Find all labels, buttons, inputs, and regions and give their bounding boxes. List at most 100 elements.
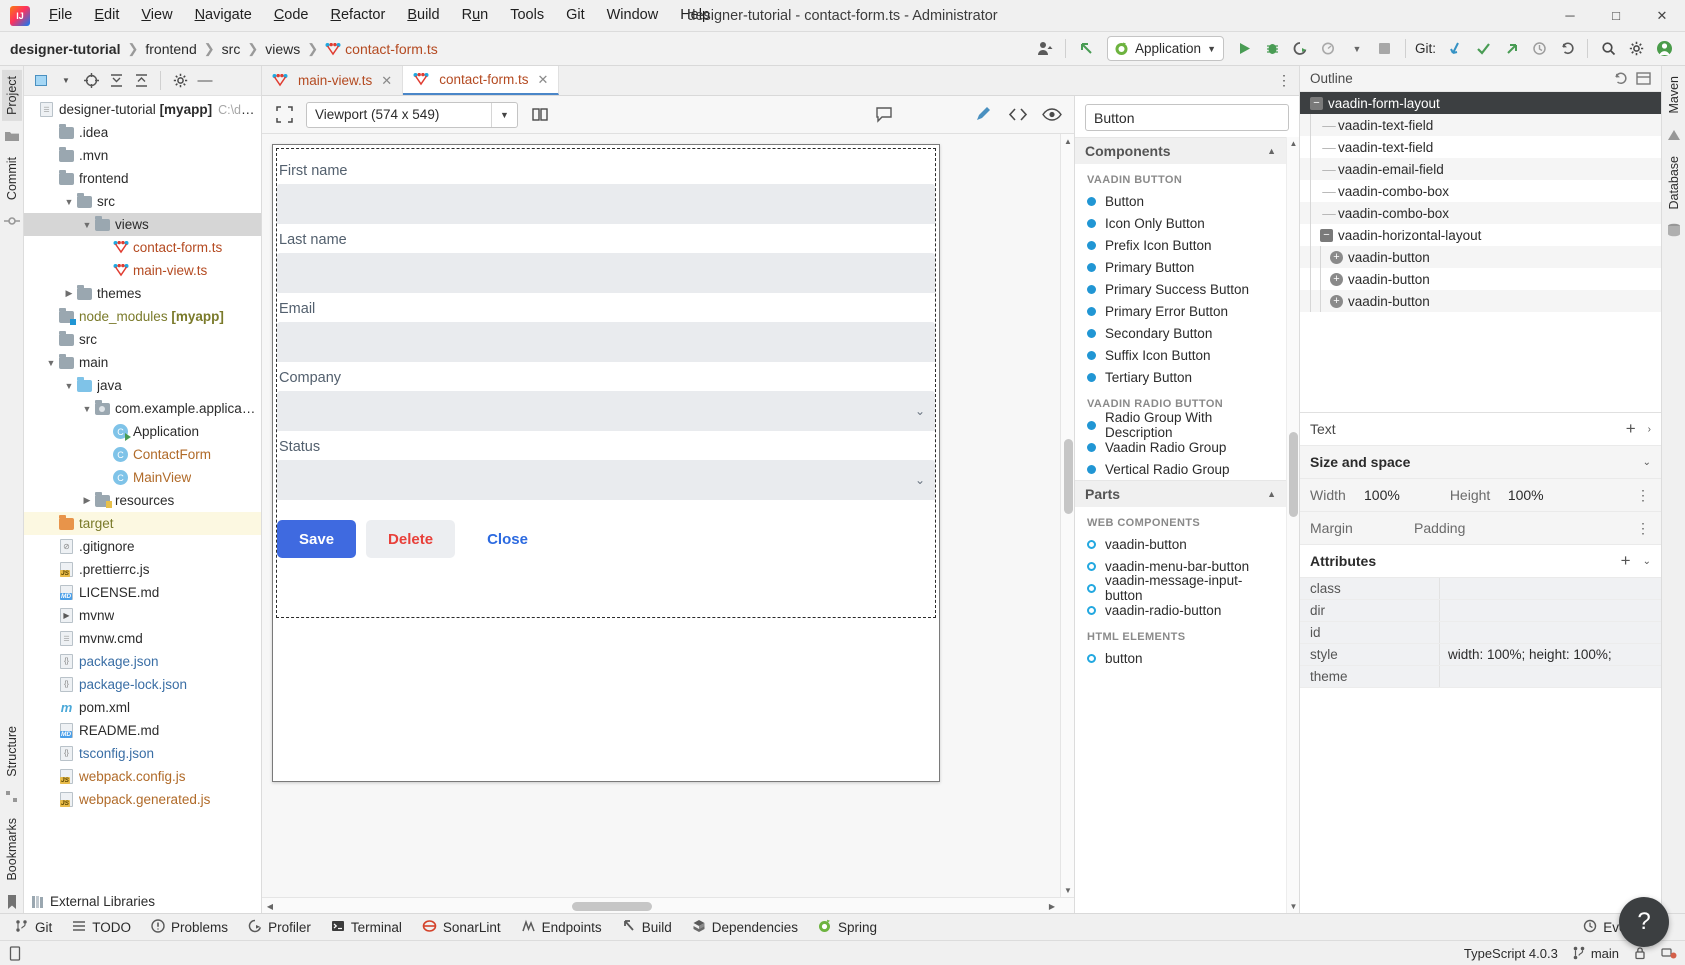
canvas-vertical-scrollbar[interactable]: ▲ ▼	[1060, 134, 1074, 897]
notifications-icon[interactable]	[1661, 946, 1677, 960]
viewport-select[interactable]: Viewport (574 x 549) ▼	[306, 102, 518, 128]
close-icon[interactable]: ✕	[537, 72, 548, 88]
palette-item[interactable]: Primary Error Button	[1075, 300, 1286, 322]
tree-row[interactable]: {}tsconfig.json	[24, 742, 261, 765]
palette-scrollbar[interactable]: ▲ ▼	[1286, 137, 1299, 913]
menu-tools[interactable]: Tools	[499, 4, 555, 27]
tree-row[interactable]: target	[24, 512, 261, 535]
tool-window-git[interactable]: Git	[6, 917, 61, 938]
tree-row[interactable]: ▼java	[24, 374, 261, 397]
hide-icon[interactable]: —	[194, 70, 216, 92]
properties-panel[interactable]: Text+›Size and space+⌄Width100%Height100…	[1300, 412, 1661, 913]
tree-row[interactable]: frontend	[24, 167, 261, 190]
attribute-value[interactable]	[1440, 666, 1661, 687]
tree-row[interactable]: {}package-lock.json	[24, 673, 261, 696]
stop-icon[interactable]	[1372, 36, 1398, 62]
collapse-icon[interactable]: −	[1320, 229, 1333, 242]
layout-icon[interactable]	[1636, 71, 1651, 86]
design-preview-card[interactable]: First nameLast nameEmailCompany⌄Status⌄S…	[272, 144, 940, 782]
palette-section-components[interactable]: Components▲	[1075, 137, 1286, 164]
menu-window[interactable]: Window	[596, 4, 670, 27]
palette-search-input[interactable]	[1085, 104, 1289, 131]
menu-view[interactable]: View	[130, 4, 183, 27]
vaadin-form-layout-preview[interactable]: First nameLast nameEmailCompany⌄Status⌄S…	[273, 145, 939, 558]
chevron-down-icon[interactable]: ▼	[1344, 36, 1370, 62]
palette-item[interactable]: Tertiary Button	[1075, 366, 1286, 388]
tree-row[interactable]: ⊘.gitignore	[24, 535, 261, 558]
tool-window-todo[interactable]: TODO	[63, 917, 140, 938]
tree-row[interactable]: .idea	[24, 121, 261, 144]
scroll-down-icon[interactable]: ▼	[1287, 902, 1300, 911]
lock-icon[interactable]	[1633, 946, 1647, 960]
tree-row[interactable]: ▶mvnw	[24, 604, 261, 627]
collapse-all-icon[interactable]	[130, 70, 152, 92]
text-section-header[interactable]: Text+›	[1300, 413, 1661, 446]
git-branch-widget[interactable]: main	[1572, 946, 1619, 961]
profiler-icon[interactable]	[1316, 36, 1342, 62]
tree-row[interactable]: MDREADME.md	[24, 719, 261, 742]
menu-file[interactable]: File	[38, 4, 83, 27]
tree-row[interactable]: src	[24, 328, 261, 351]
attribute-value[interactable]	[1440, 578, 1661, 599]
attributes-header[interactable]: Attributes+⌄	[1300, 545, 1661, 578]
sidebar-tab-maven[interactable]: Maven	[1664, 70, 1684, 120]
settings-icon[interactable]	[1623, 36, 1649, 62]
split-view-icon[interactable]	[528, 103, 552, 127]
width-value[interactable]: 100%	[1364, 487, 1400, 503]
tool-window-sonarlint[interactable]: SonarLint	[413, 917, 510, 938]
breadcrumb-project[interactable]: designer-tutorial	[8, 39, 122, 59]
collapse-icon[interactable]: −	[1310, 97, 1323, 110]
scrollbar-thumb[interactable]	[1289, 432, 1298, 517]
preview-eye-icon[interactable]	[1040, 103, 1064, 127]
outline-row[interactable]: —vaadin-email-field	[1300, 158, 1661, 180]
palette-item[interactable]: Button	[1075, 190, 1286, 212]
tree-row[interactable]: JS.prettierrc.js	[24, 558, 261, 581]
viewport-frame-icon[interactable]	[272, 103, 296, 127]
tree-row[interactable]: CApplication	[24, 420, 261, 443]
text-field-input[interactable]	[277, 184, 935, 224]
palette-item[interactable]: Prefix Icon Button	[1075, 234, 1286, 256]
sidebar-tab-commit[interactable]: Commit	[2, 151, 22, 206]
chevron-down-icon[interactable]: ⌄	[915, 473, 925, 487]
collapse-icon[interactable]: ⌄	[1637, 457, 1651, 468]
tree-row[interactable]: JSwebpack.config.js	[24, 765, 261, 788]
attribute-value[interactable]	[1440, 600, 1661, 621]
close-button[interactable]: ✕	[1639, 0, 1685, 32]
chevron-down-icon[interactable]: ▼	[80, 220, 94, 230]
tree-row-root[interactable]: ☰designer-tutorial [myapp]C:\dev\	[24, 98, 261, 121]
menu-run[interactable]: Run	[451, 4, 500, 27]
tree-row[interactable]: ☰mvnw.cmd	[24, 627, 261, 650]
add-text-button[interactable]: +	[1620, 419, 1642, 439]
tree-row[interactable]: ▶resources	[24, 489, 261, 512]
outline-row[interactable]: +vaadin-button	[1300, 246, 1661, 268]
collapse-icon[interactable]: ▲	[1267, 489, 1276, 499]
outline-row[interactable]: —vaadin-text-field	[1300, 114, 1661, 136]
chevron-down-icon[interactable]: ▼	[55, 70, 77, 92]
scrollbar-thumb[interactable]	[1064, 439, 1073, 514]
palette-item[interactable]: vaadin-message-input-button	[1075, 577, 1286, 599]
palette-item[interactable]: Icon Only Button	[1075, 212, 1286, 234]
collapse-icon[interactable]: ▲	[1267, 146, 1276, 156]
tree-row[interactable]: ▼views	[24, 213, 261, 236]
sidebar-tab-project[interactable]: Project	[2, 70, 22, 121]
tree-row[interactable]: ▼com.example.application	[24, 397, 261, 420]
palette-section-parts[interactable]: Parts▲	[1075, 480, 1286, 507]
form-field[interactable]: Email	[275, 301, 937, 362]
menu-edit[interactable]: Edit	[83, 4, 130, 27]
tool-window-dependencies[interactable]: Dependencies	[683, 917, 807, 938]
chevron-down-icon[interactable]: ▼	[62, 381, 76, 391]
source-code-icon[interactable]	[1006, 103, 1030, 127]
size-and-space-header[interactable]: Size and space+⌄	[1300, 446, 1661, 479]
outline-row[interactable]: +vaadin-button	[1300, 290, 1661, 312]
chevron-down-icon[interactable]: ▼	[491, 103, 517, 127]
outline-row[interactable]: −vaadin-horizontal-layout	[1300, 224, 1661, 246]
palette-item[interactable]: Secondary Button	[1075, 322, 1286, 344]
select-opened-file-icon[interactable]	[30, 70, 52, 92]
outline-row[interactable]: +vaadin-button	[1300, 268, 1661, 290]
tree-row[interactable]: node_modules [myapp]	[24, 305, 261, 328]
menu-navigate[interactable]: Navigate	[184, 4, 263, 27]
text-field-input[interactable]	[277, 253, 935, 293]
palette-list[interactable]: Components▲VAADIN BUTTONButtonIcon Only …	[1075, 137, 1286, 913]
tree-row[interactable]: .mvn	[24, 144, 261, 167]
margin-padding-row[interactable]: MarginPadding⋮	[1300, 512, 1661, 545]
